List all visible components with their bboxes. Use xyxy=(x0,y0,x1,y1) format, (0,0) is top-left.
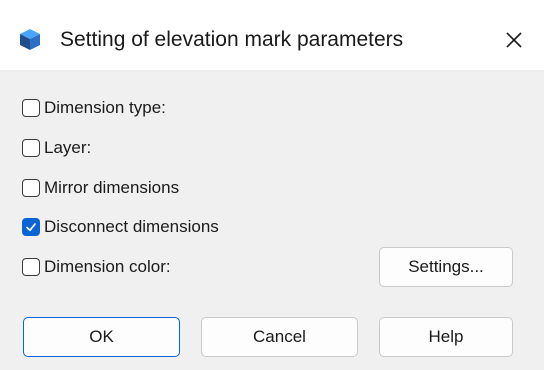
option-dimension-type[interactable]: Dimension type: xyxy=(22,96,166,120)
title-bar: Setting of elevation mark parameters xyxy=(0,0,544,70)
mirror-dimensions-label: Mirror dimensions xyxy=(44,178,180,197)
dialog-title: Setting of elevation mark parameters xyxy=(60,28,404,51)
app-cube-icon xyxy=(20,29,40,50)
layer-checkbox[interactable] xyxy=(22,139,40,157)
mirror-dimensions-checkbox[interactable] xyxy=(22,179,40,197)
dimension-type-label: Dimension type: xyxy=(44,98,166,117)
layer-label: Layer: xyxy=(44,138,92,157)
ok-button[interactable]: OK xyxy=(23,317,180,357)
disconnect-dimensions-checkbox[interactable] xyxy=(22,218,40,236)
dimension-color-label: Dimension color: xyxy=(44,257,171,276)
close-icon xyxy=(506,32,522,48)
close-button[interactable] xyxy=(494,22,534,58)
disconnect-dimensions-label: Disconnect dimensions xyxy=(44,217,219,236)
settings-button[interactable]: Settings... xyxy=(379,247,513,287)
option-disconnect-dimensions[interactable]: Disconnect dimensions xyxy=(22,215,219,239)
help-button[interactable]: Help xyxy=(379,317,513,357)
option-mirror-dimensions[interactable]: Mirror dimensions xyxy=(22,176,179,200)
dimension-type-checkbox[interactable] xyxy=(22,99,40,117)
option-layer[interactable]: Layer: xyxy=(22,136,91,160)
dimension-color-checkbox[interactable] xyxy=(22,258,40,276)
cancel-button[interactable]: Cancel xyxy=(201,317,358,357)
checkmark-icon xyxy=(26,223,36,232)
dialog-content: Dimension type: Layer: Mirror dimensions… xyxy=(0,70,544,370)
option-dimension-color[interactable]: Dimension color: xyxy=(22,255,171,279)
